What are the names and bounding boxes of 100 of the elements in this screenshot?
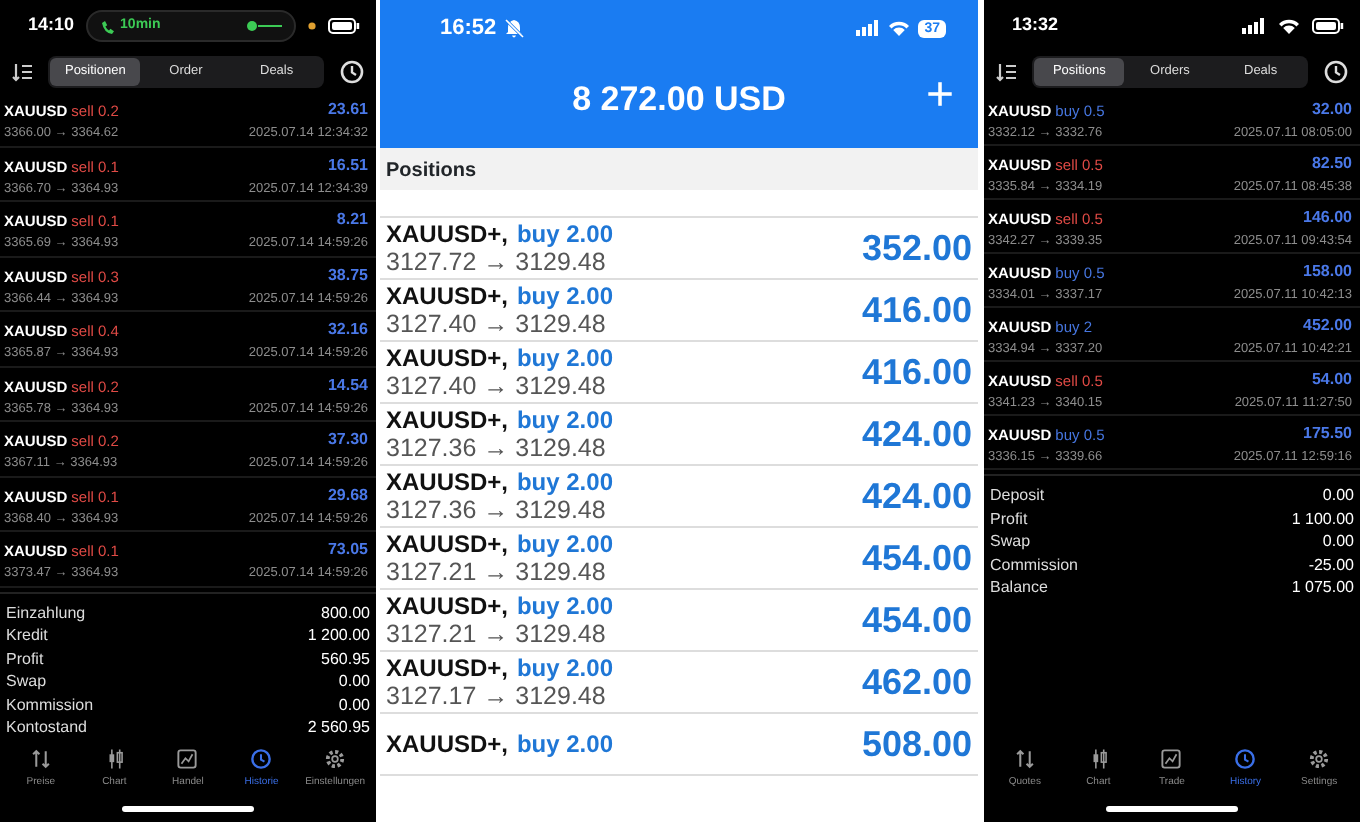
profit-value: 23.61 <box>327 98 368 120</box>
wifi-icon <box>888 20 911 36</box>
battery-icon <box>328 18 360 34</box>
profit-value: 416.00 <box>861 349 972 395</box>
profit-value: 8.21 <box>336 208 368 230</box>
profit-value: 452.00 <box>1303 314 1352 336</box>
symbol: XAUUSD+, <box>386 654 509 682</box>
signal-icon <box>1242 18 1266 34</box>
trade-direction: buy 2.00 <box>516 282 613 310</box>
profit-value: 32.16 <box>327 318 368 340</box>
profit-value: 38.75 <box>327 263 368 285</box>
symbol: XAUUSD+, <box>386 406 509 434</box>
home-indicator <box>1106 806 1238 812</box>
symbol: XAUUSD+, <box>386 282 509 310</box>
profit-value: 454.00 <box>861 535 972 581</box>
profit-value: 462.00 <box>861 659 972 705</box>
status-time: 13:32 <box>1012 12 1059 39</box>
sort-icon[interactable] <box>996 62 1016 82</box>
summary-label: Einzahlung <box>6 601 86 624</box>
chart-icon <box>1160 747 1183 769</box>
summary-value: 0.00 <box>338 670 370 693</box>
price-range: 3127.21 → 3129.48 <box>386 620 608 648</box>
trade-direction: buy 2.00 <box>516 468 613 496</box>
summary-value: 1 075.00 <box>1291 576 1354 599</box>
summary-label: Kontostand <box>6 716 87 739</box>
profit-value: 416.00 <box>861 287 972 333</box>
trade-direction: buy 2.00 <box>516 654 613 682</box>
dot-icon <box>308 22 316 30</box>
profit-value: 14.54 <box>327 373 368 395</box>
summary-label: Balance <box>990 576 1048 599</box>
price-range: 3127.40 → 3129.48 <box>386 372 608 400</box>
profit-value: 424.00 <box>861 411 972 457</box>
summary-label: Profit <box>6 647 44 670</box>
arrows-icon <box>29 747 52 769</box>
section-header: Positions <box>380 148 978 190</box>
summary-value: 0.00 <box>338 693 370 716</box>
trade-direction: buy 2.00 <box>516 730 613 758</box>
trade-direction: buy 2.00 <box>516 344 613 372</box>
trade-direction: buy 2.00 <box>516 220 613 248</box>
price-range: 3127.36 → 3129.48 <box>386 434 608 462</box>
status-time: 14:10 <box>28 12 75 39</box>
history-icon[interactable] <box>1324 60 1348 84</box>
summary-value: 0.00 <box>1322 530 1354 553</box>
phone-icon <box>100 19 115 33</box>
trade-direction: buy 2.00 <box>516 530 613 558</box>
summary-label: Kommission <box>6 693 94 716</box>
profit-value: 508.00 <box>861 721 972 767</box>
profit-value: 73.05 <box>327 538 368 560</box>
chart-icon <box>176 747 199 769</box>
profit-value: 54.00 <box>1311 368 1352 390</box>
summary-label: Deposit <box>990 484 1045 507</box>
add-button[interactable]: + <box>921 70 958 122</box>
summary-value: 800.00 <box>321 601 370 624</box>
wifi-icon <box>1278 18 1300 34</box>
history-icon[interactable] <box>340 60 364 84</box>
status-time: 16:52 <box>440 13 497 44</box>
gear-icon <box>324 747 347 769</box>
home-indicator <box>122 806 254 812</box>
trade-direction: buy 2.00 <box>516 406 613 434</box>
profit-value: 32.00 <box>1311 98 1352 120</box>
trade-direction: buy 2.00 <box>516 592 613 620</box>
profit-value: 146.00 <box>1303 206 1352 228</box>
symbol: XAUUSD+, <box>386 530 509 558</box>
summary-value: 2 560.95 <box>307 716 370 739</box>
signal-icon <box>856 20 881 36</box>
symbol: XAUUSD+, <box>386 730 509 758</box>
gear-icon <box>1308 747 1331 769</box>
price-range: 3127.72 → 3129.48 <box>386 248 608 276</box>
summary-value: -25.00 <box>1308 553 1354 576</box>
profit-value: 37.30 <box>327 428 368 450</box>
summary-value: 0.00 <box>1322 484 1354 507</box>
waveform-icon <box>246 20 282 32</box>
history-icon <box>250 747 273 769</box>
profit-value: 454.00 <box>861 597 972 643</box>
summary-label: Profit <box>990 507 1028 530</box>
profit-value: 158.00 <box>1303 260 1352 282</box>
price-range: 3127.36 → 3129.48 <box>386 496 608 524</box>
summary-label: Commission <box>990 553 1079 576</box>
arrows-icon <box>1013 747 1036 769</box>
summary-label: Swap <box>990 530 1031 553</box>
symbol: XAUUSD+, <box>386 220 509 248</box>
profit-value: 29.68 <box>327 483 368 505</box>
summary-label: Kredit <box>6 624 48 647</box>
price-range: 3127.17 → 3129.48 <box>386 682 608 710</box>
profit-value: 352.00 <box>861 225 972 271</box>
summary-value: 1 100.00 <box>1291 507 1354 530</box>
profit-value: 82.50 <box>1311 152 1352 174</box>
summary-value: 1 200.00 <box>307 624 370 647</box>
profit-value: 424.00 <box>861 473 972 519</box>
profit-value: 175.50 <box>1303 422 1352 444</box>
history-icon <box>1234 747 1257 769</box>
symbol: XAUUSD+, <box>386 344 509 372</box>
profit-value: 16.51 <box>327 153 368 175</box>
balance-title: 8 272.00 USD <box>572 78 786 123</box>
summary-value: 560.95 <box>321 647 370 670</box>
bell-muted-icon <box>504 18 525 38</box>
symbol: XAUUSD+, <box>386 468 509 496</box>
battery-icon <box>1312 18 1344 34</box>
summary-label: Swap <box>6 670 47 693</box>
sort-icon[interactable] <box>12 62 32 82</box>
